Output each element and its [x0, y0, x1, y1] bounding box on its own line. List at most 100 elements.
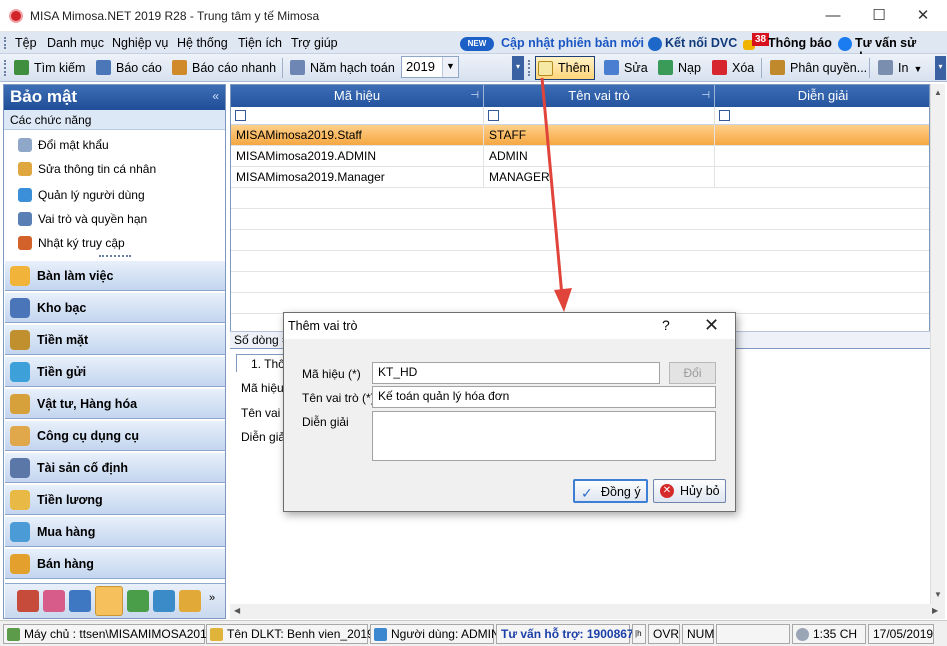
chevron-down-icon[interactable]: ▼	[442, 57, 458, 77]
pin-icon[interactable]: ⊣	[470, 85, 479, 107]
module-tools[interactable]: Công cụ dụng cụ	[5, 420, 225, 451]
description-input[interactable]	[372, 411, 716, 461]
table-row[interactable]: MISAMimosa2019.Staff STAFF	[231, 125, 929, 146]
fiscal-year-label: Năm hạch toán	[288, 58, 395, 78]
table-row[interactable]: MISAMimosa2019.Manager MANAGER	[231, 167, 929, 188]
cancel-icon: ✕	[660, 484, 674, 498]
cell-description	[715, 125, 929, 146]
menu-operations[interactable]: Nghiệp vụ	[112, 36, 168, 50]
permission-button[interactable]: Phân quyền...	[768, 58, 867, 78]
column-header-description[interactable]: Diễn giải	[715, 85, 929, 107]
column-header-name[interactable]: Tên vai trò ⊣	[484, 85, 715, 107]
toolbar-overflow-button[interactable]: ▾	[512, 56, 524, 80]
grip-handle[interactable]	[4, 37, 7, 49]
status-support-hotline[interactable]: Tư vấn hỗ trợ: 19008677	[496, 624, 640, 644]
ok-button[interactable]: ✓ Đồng ý	[573, 479, 648, 503]
sidebar-item-user-management[interactable]: Quản lý người dùng	[18, 185, 145, 205]
module-fixed-assets[interactable]: Tài sản cố định	[5, 452, 225, 483]
scroll-left-icon[interactable]: ◀	[234, 606, 240, 615]
module-cash[interactable]: Tiền mặt	[5, 324, 225, 355]
horizontal-scrollbar[interactable]: ◀ ▶	[230, 604, 945, 619]
module-label: Bàn làm việc	[37, 269, 114, 283]
detail-code-label: Mã hiệu:	[241, 381, 288, 395]
scroll-right-icon[interactable]: ▶	[932, 606, 938, 615]
security-shortcut-icon[interactable]	[95, 586, 123, 616]
pin-icon[interactable]: ⊣	[701, 85, 710, 107]
sidebar-item-roles[interactable]: Vai trò và quyền hạn	[18, 209, 147, 229]
toolbar-overflow-button-right[interactable]: ▾	[935, 56, 946, 80]
search-button[interactable]: Tìm kiếm	[12, 58, 85, 78]
filter-icon[interactable]	[235, 110, 246, 121]
code-input[interactable]: KT_HD	[372, 362, 660, 384]
status-num: NUM	[682, 624, 714, 644]
module-materials[interactable]: Vật tư, Hàng hóa	[5, 388, 225, 419]
sidebar-item-access-log[interactable]: Nhật ký truy cập	[18, 233, 125, 253]
module-sales[interactable]: Bán hàng	[5, 548, 225, 579]
menu-file[interactable]: Tệp	[15, 36, 37, 50]
module-purchase[interactable]: Mua hàng	[5, 516, 225, 547]
menu-help[interactable]: Trợ giúp	[291, 36, 338, 50]
fiscal-year-select[interactable]: 2019 ▼	[401, 56, 459, 78]
splitter-handle[interactable]	[99, 255, 131, 258]
module-deposit[interactable]: Tiền gửi	[5, 356, 225, 387]
fiscal-year-value: 2019	[406, 59, 435, 74]
dvc-connect-link[interactable]: Kết nối DVC	[665, 36, 737, 50]
column-header-code[interactable]: Mã hiệu ⊣	[231, 85, 484, 107]
collapse-icon[interactable]: «	[212, 89, 219, 103]
checklist-shortcut-icon[interactable]	[153, 590, 175, 612]
print-button[interactable]: In ▼	[876, 58, 922, 78]
calculator-shortcut-icon[interactable]	[69, 590, 91, 612]
app-logo-icon	[9, 9, 23, 23]
help-button[interactable]: ?	[662, 317, 670, 333]
quick-report-button[interactable]: Báo cáo nhanh	[170, 58, 276, 78]
arrow-head	[554, 288, 572, 312]
module-workspace[interactable]: Bàn làm việc	[5, 260, 225, 291]
table-row[interactable]: MISAMimosa2019.ADMIN ADMIN	[231, 146, 929, 167]
row-count-label: Số dòng =	[234, 333, 290, 347]
menu-catalog[interactable]: Danh mục	[47, 36, 104, 50]
menu-utilities[interactable]: Tiện ích	[238, 36, 282, 50]
notifications-link[interactable]: Thông báo	[768, 36, 832, 50]
server-icon	[7, 628, 20, 641]
books-shortcut-icon[interactable]	[127, 590, 149, 612]
role-name-input[interactable]: Kế toán quản lý hóa đơn	[372, 386, 716, 408]
status-time-text: 1:35 CH	[813, 627, 858, 641]
filter-icon[interactable]	[719, 110, 730, 121]
filter-cell-code[interactable]	[231, 107, 484, 125]
grip-handle[interactable]	[4, 60, 7, 76]
edit-button[interactable]: Sửa	[602, 58, 648, 78]
reload-button[interactable]: Nạp	[656, 58, 701, 78]
menu-system[interactable]: Hệ thống	[177, 36, 228, 50]
cancel-button[interactable]: ✕ Hủy bỏ	[653, 479, 726, 503]
filter-cell-description[interactable]	[715, 107, 929, 125]
maximize-button[interactable]: ☐	[856, 0, 902, 32]
module-salary[interactable]: Tiền lương	[5, 484, 225, 515]
update-version-link[interactable]: Cập nhật phiên bản mới	[501, 36, 644, 50]
cell-name: MANAGER	[484, 167, 715, 188]
status-date: 17/05/2019	[868, 624, 934, 644]
report-button[interactable]: Báo cáo	[94, 58, 162, 78]
module-treasury[interactable]: Kho bạc	[5, 292, 225, 323]
sidebar-item-change-password[interactable]: Đổi mật khẩu	[18, 135, 109, 155]
scroll-up-icon[interactable]: ▲	[934, 88, 942, 97]
dialog-close-button[interactable]: ✕	[704, 315, 719, 336]
filter-icon[interactable]	[488, 110, 499, 121]
search-icon	[14, 60, 29, 75]
vertical-scrollbar[interactable]: ▲ ▼	[930, 84, 945, 604]
sidebar-item-edit-profile[interactable]: Sửa thông tin cá nhân	[18, 159, 156, 179]
empty-row	[231, 230, 929, 251]
calendar-shortcut-icon[interactable]	[17, 590, 39, 612]
change-code-button[interactable]: Đổi	[669, 362, 716, 384]
delete-button[interactable]: Xóa	[710, 58, 754, 78]
close-window-button[interactable]: ✕	[900, 0, 946, 32]
role-name-label: Tên vai trò (*)	[302, 391, 375, 405]
scroll-down-icon[interactable]: ▼	[934, 590, 942, 599]
filter-cell-name[interactable]	[484, 107, 715, 125]
more-shortcuts-icon[interactable]: »	[209, 592, 215, 604]
refresh-icon	[658, 60, 673, 75]
minimize-button[interactable]: —	[810, 0, 856, 32]
folder-shortcut-icon[interactable]	[179, 590, 201, 612]
status-bar: Máy chủ : ttsen\MISAMIMOSA2019 Tên DLKT:…	[0, 620, 947, 646]
home-icon	[10, 266, 30, 286]
percent-shortcut-icon[interactable]	[43, 590, 65, 612]
